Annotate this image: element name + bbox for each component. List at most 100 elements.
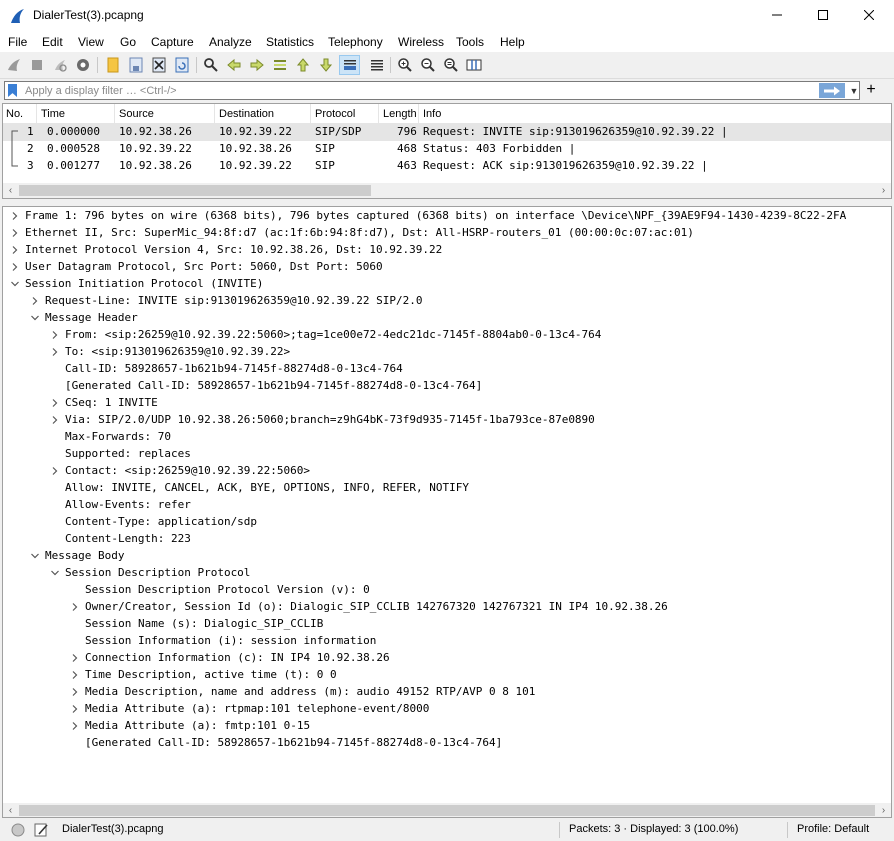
detail-row[interactable]: Media Description, name and address (m):… — [3, 684, 891, 701]
scroll-thumb[interactable] — [19, 185, 371, 196]
go-back-button[interactable] — [225, 56, 243, 74]
detail-row[interactable]: CSeq: 1 INVITE — [3, 395, 891, 412]
menu-wireless[interactable]: Wireless — [398, 35, 444, 49]
detail-row[interactable]: [Generated Call-ID: 58928657-1b621b94-71… — [3, 378, 891, 395]
column-info[interactable]: Info — [423, 108, 441, 120]
chevron-down-icon[interactable] — [50, 568, 60, 578]
detail-row[interactable]: Allow-Events: refer — [3, 497, 891, 514]
stop-capture-button[interactable] — [28, 56, 46, 74]
packet-row[interactable]: 3 0.001277 10.92.38.26 10.92.39.22 SIP 4… — [3, 158, 891, 175]
menu-file[interactable]: File — [8, 35, 27, 49]
packet-list-hscrollbar[interactable]: ‹ › — [3, 183, 891, 198]
scroll-right-icon[interactable]: › — [876, 803, 891, 817]
start-capture-button[interactable] — [5, 56, 23, 74]
column-destination[interactable]: Destination — [219, 108, 274, 120]
detail-row[interactable]: Allow: INVITE, CANCEL, ACK, BYE, OPTIONS… — [3, 480, 891, 497]
scroll-right-icon[interactable]: › — [876, 183, 891, 198]
packet-row[interactable]: 1 0.000000 10.92.38.26 10.92.39.22 SIP/S… — [3, 124, 891, 142]
menu-statistics[interactable]: Statistics — [266, 35, 314, 49]
column-length[interactable]: Length — [383, 108, 417, 120]
menu-capture[interactable]: Capture — [151, 35, 194, 49]
detail-row[interactable]: Call-ID: 58928657-1b621b94-7145f-88274d8… — [3, 361, 891, 378]
detail-row[interactable]: Session Information (i): session informa… — [3, 633, 891, 650]
chevron-right-icon[interactable] — [70, 721, 80, 731]
detail-row[interactable]: From: <sip:26259@10.92.39.22:5060>;tag=1… — [3, 327, 891, 344]
chevron-right-icon[interactable] — [70, 670, 80, 680]
chevron-right-icon[interactable] — [70, 687, 80, 697]
menu-help[interactable]: Help — [500, 35, 525, 49]
open-file-button[interactable] — [104, 56, 122, 74]
detail-row[interactable]: Max-Forwards: 70 — [3, 429, 891, 446]
go-to-packet-button[interactable] — [271, 56, 289, 74]
detail-row[interactable]: Message Header — [3, 310, 891, 327]
chevron-right-icon[interactable] — [10, 228, 20, 238]
detail-row[interactable]: Supported: replaces — [3, 446, 891, 463]
packet-row[interactable]: 2 0.000528 10.92.39.22 10.92.38.26 SIP 4… — [3, 141, 891, 158]
minimize-button[interactable] — [754, 0, 800, 30]
normal-size-button[interactable] — [442, 56, 460, 74]
capture-comment-icon[interactable] — [33, 822, 49, 838]
resize-columns-button[interactable] — [465, 56, 483, 74]
detail-row[interactable]: Ethernet II, Src: SuperMic_94:8f:d7 (ac:… — [3, 225, 891, 242]
reload-file-button[interactable] — [173, 56, 191, 74]
chevron-right-icon[interactable] — [10, 262, 20, 272]
detail-row[interactable]: Content-Type: application/sdp — [3, 514, 891, 531]
menu-edit[interactable]: Edit — [42, 35, 63, 49]
detail-row[interactable]: Request-Line: INVITE sip:913019626359@10… — [3, 293, 891, 310]
close-button[interactable] — [846, 0, 892, 30]
filter-bookmark-icon[interactable] — [8, 84, 17, 97]
chevron-down-icon[interactable] — [30, 551, 40, 561]
detail-row[interactable]: Time Description, active time (t): 0 0 — [3, 667, 891, 684]
chevron-right-icon[interactable] — [50, 347, 60, 357]
column-time[interactable]: Time — [41, 108, 65, 120]
chevron-right-icon[interactable] — [70, 602, 80, 612]
chevron-right-icon[interactable] — [70, 653, 80, 663]
detail-row[interactable]: User Datagram Protocol, Src Port: 5060, … — [3, 259, 891, 276]
capture-options-button[interactable] — [74, 56, 92, 74]
last-packet-button[interactable] — [317, 56, 335, 74]
chevron-right-icon[interactable] — [50, 415, 60, 425]
scroll-left-icon[interactable]: ‹ — [3, 183, 18, 198]
chevron-down-icon[interactable]: ▼ — [849, 85, 859, 97]
menu-tools[interactable]: Tools — [456, 35, 484, 49]
save-file-button[interactable] — [127, 56, 145, 74]
details-hscrollbar[interactable]: ‹ › — [3, 803, 891, 817]
detail-row[interactable]: Media Attribute (a): rtpmap:101 telephon… — [3, 701, 891, 718]
expert-info-icon[interactable] — [11, 823, 25, 837]
menu-analyze[interactable]: Analyze — [209, 35, 252, 49]
detail-row[interactable]: Session Description Protocol — [3, 565, 891, 582]
chevron-right-icon[interactable] — [30, 296, 40, 306]
zoom-in-button[interactable] — [396, 56, 414, 74]
display-filter-input[interactable] — [23, 83, 813, 98]
zoom-out-button[interactable] — [419, 56, 437, 74]
restart-capture-button[interactable] — [51, 56, 69, 74]
detail-row[interactable]: Frame 1: 796 bytes on wire (6368 bits), … — [3, 208, 891, 225]
auto-scroll-button[interactable] — [339, 55, 360, 75]
detail-row[interactable]: Media Attribute (a): fmtp:101 0-15 — [3, 718, 891, 735]
chevron-right-icon[interactable] — [50, 330, 60, 340]
status-profile[interactable]: Profile: Default — [797, 823, 869, 835]
detail-row[interactable]: Content-Length: 223 — [3, 531, 891, 548]
close-file-button[interactable] — [150, 56, 168, 74]
detail-row[interactable]: To: <sip:913019626359@10.92.39.22> — [3, 344, 891, 361]
colorize-button[interactable] — [368, 56, 386, 74]
first-packet-button[interactable] — [294, 56, 312, 74]
menu-go[interactable]: Go — [120, 35, 136, 49]
detail-row[interactable]: Session Description Protocol Version (v)… — [3, 582, 891, 599]
detail-row[interactable]: Session Name (s): Dialogic_SIP_CCLIB — [3, 616, 891, 633]
chevron-right-icon[interactable] — [50, 398, 60, 408]
detail-row[interactable]: Message Body — [3, 548, 891, 565]
chevron-right-icon[interactable] — [50, 466, 60, 476]
detail-row[interactable]: Via: SIP/2.0/UDP 10.92.38.26:5060;branch… — [3, 412, 891, 429]
scroll-left-icon[interactable]: ‹ — [3, 803, 18, 817]
menu-view[interactable]: View — [78, 35, 104, 49]
detail-row[interactable]: Session Initiation Protocol (INVITE) — [3, 276, 891, 293]
detail-row[interactable]: Connection Information (c): IN IP4 10.92… — [3, 650, 891, 667]
apply-filter-button[interactable] — [819, 83, 845, 98]
column-no[interactable]: No. — [6, 108, 23, 120]
detail-row[interactable]: Internet Protocol Version 4, Src: 10.92.… — [3, 242, 891, 259]
scroll-thumb[interactable] — [19, 805, 875, 816]
detail-row[interactable]: Owner/Creator, Session Id (o): Dialogic_… — [3, 599, 891, 616]
column-protocol[interactable]: Protocol — [315, 108, 355, 120]
find-packet-button[interactable] — [202, 56, 220, 74]
